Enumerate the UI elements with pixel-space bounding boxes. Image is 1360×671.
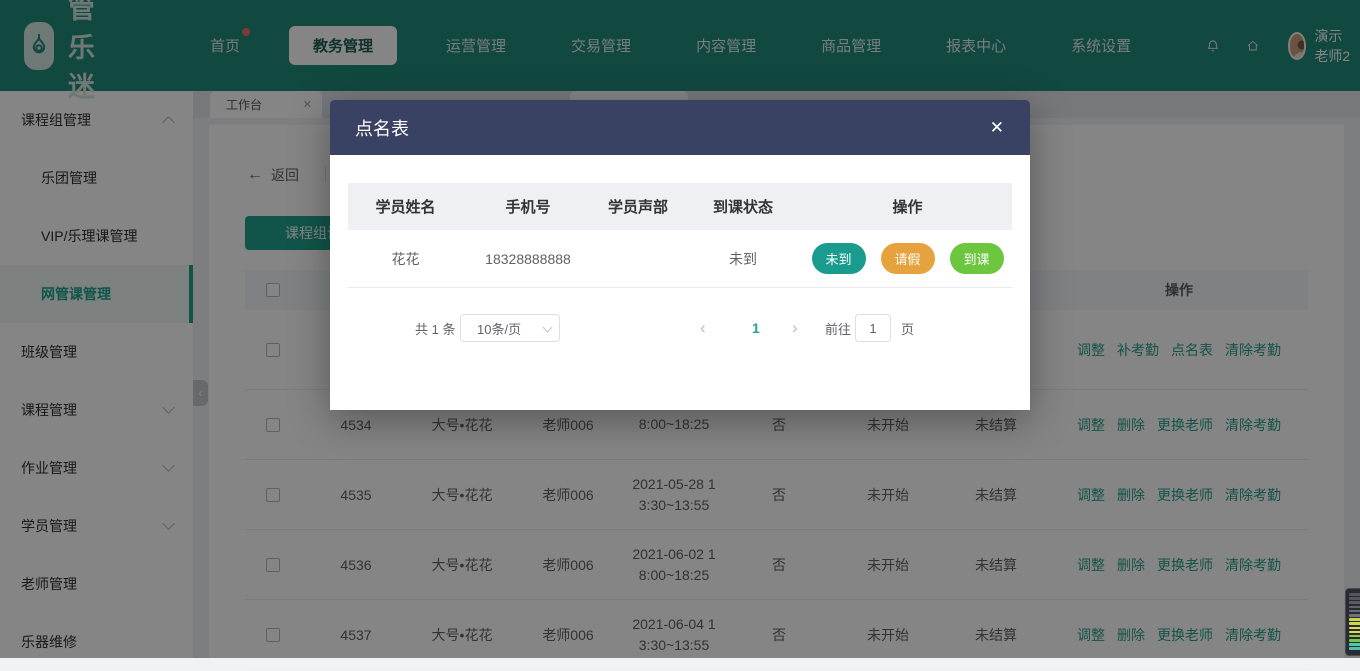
close-icon[interactable]: ✕: [990, 118, 1004, 138]
column-header-phone: 手机号: [463, 196, 593, 217]
chevron-down-icon: [543, 323, 553, 333]
pagination-total: 共 1 条: [415, 314, 455, 342]
roll-call-modal: 点名表 ✕ 学员姓名 手机号 学员声部 到课状态 操作 花花 183288888…: [330, 100, 1030, 410]
page-unit-label: 页: [901, 314, 914, 342]
current-page[interactable]: 1: [752, 314, 760, 342]
next-page-button[interactable]: ›: [792, 314, 798, 342]
column-header-actions: 操作: [803, 196, 1012, 217]
mark-absent-button[interactable]: 未到: [812, 243, 866, 274]
modal-table-header: 学员姓名 手机号 学员声部 到课状态 操作: [348, 183, 1012, 230]
column-header-student-name: 学员姓名: [348, 196, 463, 217]
modal-body: 学员姓名 手机号 学员声部 到课状态 操作 花花 18328888888 未到 …: [330, 155, 1030, 342]
page-size-select[interactable]: 10条/页: [460, 314, 560, 342]
attend-status: 未到: [683, 249, 803, 269]
prev-page-button[interactable]: ‹: [700, 314, 706, 342]
student-phone: 18328888888: [463, 251, 593, 267]
mark-leave-button[interactable]: 请假: [881, 243, 935, 274]
student-name: 花花: [348, 249, 463, 269]
goto-page-input[interactable]: [855, 314, 891, 342]
modal-header: 点名表 ✕: [330, 100, 1030, 155]
modal-title: 点名表: [355, 115, 409, 141]
modal-table-row: 花花 18328888888 未到 未到 请假 到课: [348, 230, 1012, 288]
mark-attend-button[interactable]: 到课: [950, 243, 1004, 274]
stripe-meter-widget: [1345, 588, 1360, 656]
column-header-voice-part: 学员声部: [593, 196, 683, 217]
pagination: 共 1 条 10条/页 ‹ 1 › 前往 页: [348, 314, 1012, 342]
goto-label: 前往: [825, 314, 851, 342]
column-header-attend-status: 到课状态: [683, 196, 803, 217]
